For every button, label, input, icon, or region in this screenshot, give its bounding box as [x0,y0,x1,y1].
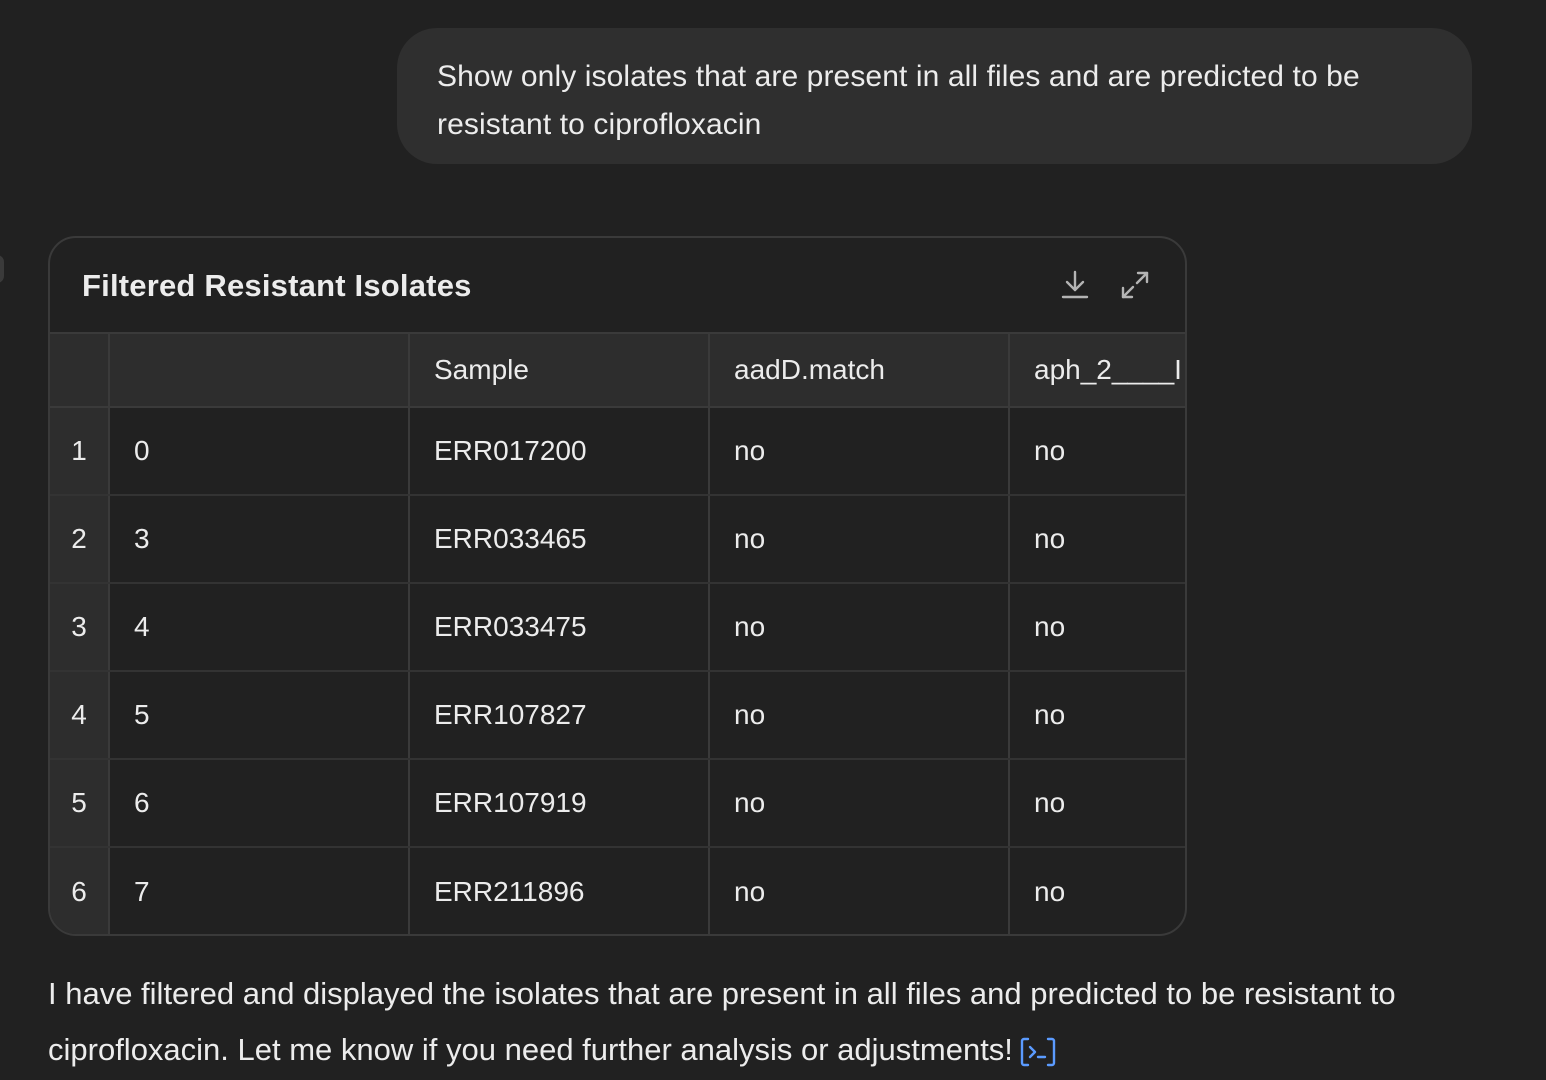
header-aph-2[interactable]: aph_2____I [1010,334,1185,406]
row-index-cell[interactable]: 4 [110,584,410,670]
table-row: 6 7 ERR211896 no no [50,848,1185,934]
user-message-bubble: Show only isolates that are present in a… [397,28,1472,164]
row-index-cell[interactable]: 5 [110,672,410,758]
sample-cell[interactable]: ERR211896 [410,848,710,934]
expand-button[interactable] [1118,268,1152,302]
user-message-text: Show only isolates that are present in a… [437,60,1360,141]
table-header-row: Sample aadD.match aph_2____I [50,334,1185,408]
row-index-cell[interactable]: 7 [110,848,410,934]
sample-cell[interactable]: ERR033475 [410,584,710,670]
table-row: 2 3 ERR033465 no no [50,496,1185,584]
row-number: 1 [50,408,110,494]
row-number: 6 [50,848,110,934]
aph-2-cell[interactable]: no [1010,760,1185,846]
download-icon [1058,268,1092,302]
header-aadd-match[interactable]: aadD.match [710,334,1010,406]
aadd-match-cell[interactable]: no [710,672,1010,758]
aph-2-cell[interactable]: no [1010,848,1185,934]
sample-cell[interactable]: ERR017200 [410,408,710,494]
aadd-match-cell[interactable]: no [710,496,1010,582]
row-number: 5 [50,760,110,846]
header-sample[interactable]: Sample [410,334,710,406]
aph-2-cell[interactable]: no [1010,408,1185,494]
aadd-match-cell[interactable]: no [710,760,1010,846]
header-rownum[interactable] [50,334,110,406]
sample-cell[interactable]: ERR107827 [410,672,710,758]
table-row: 4 5 ERR107827 no no [50,672,1185,760]
row-number: 4 [50,672,110,758]
assistant-message-text: I have filtered and displayed the isolat… [48,976,1396,1067]
expand-icon [1118,268,1152,302]
download-button[interactable] [1058,268,1092,302]
row-index-cell[interactable]: 3 [110,496,410,582]
data-grid: Sample aadD.match aph_2____I 1 0 ERR0172… [50,334,1185,934]
row-index-cell[interactable]: 0 [110,408,410,494]
table-row: 5 6 ERR107919 no no [50,760,1185,848]
aadd-match-cell[interactable]: no [710,848,1010,934]
table-row: 1 0 ERR017200 no no [50,408,1185,496]
aph-2-cell[interactable]: no [1010,496,1185,582]
aadd-match-cell[interactable]: no [710,584,1010,670]
row-number: 3 [50,584,110,670]
table-card-header: Filtered Resistant Isolates [50,238,1185,334]
sample-cell[interactable]: ERR107919 [410,760,710,846]
row-index-cell[interactable]: 6 [110,760,410,846]
row-number: 2 [50,496,110,582]
sidebar-edge-handle[interactable] [0,255,4,283]
header-index[interactable] [110,334,410,406]
table-title: Filtered Resistant Isolates [82,268,472,303]
aadd-match-cell[interactable]: no [710,408,1010,494]
view-analysis-button[interactable] [1019,1036,1057,1068]
aph-2-cell[interactable]: no [1010,672,1185,758]
table-row: 3 4 ERR033475 no no [50,584,1185,672]
code-interpreter-icon [1019,1036,1057,1068]
data-table-card: Filtered Resistant Isolates Sample aadD.… [48,236,1187,936]
assistant-message: I have filtered and displayed the isolat… [48,966,1518,1078]
sample-cell[interactable]: ERR033465 [410,496,710,582]
aph-2-cell[interactable]: no [1010,584,1185,670]
